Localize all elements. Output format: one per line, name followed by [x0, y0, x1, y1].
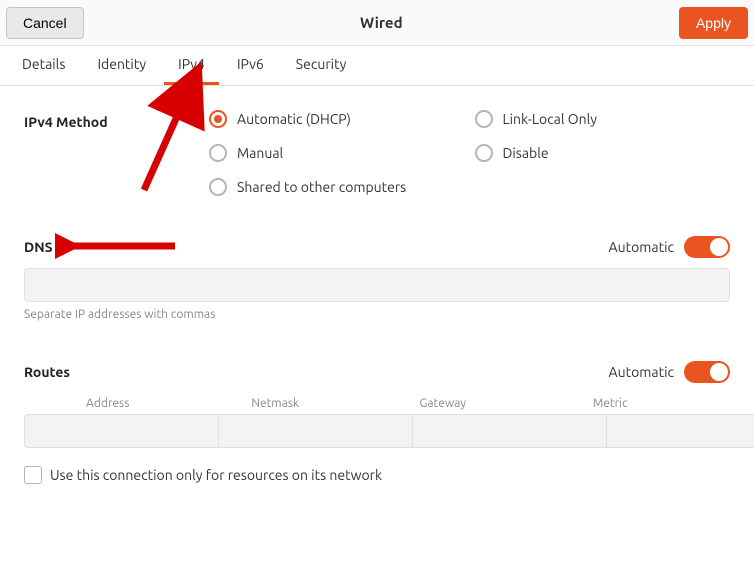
tab-ipv6[interactable]: IPv6 — [223, 46, 278, 85]
radio-label: Link-Local Only — [503, 111, 598, 127]
routes-col-metric: Metric — [527, 397, 695, 410]
tab-identity[interactable]: Identity — [83, 46, 160, 85]
only-for-resources-label: Use this connection only for resources o… — [50, 467, 382, 483]
radio-label: Automatic (DHCP) — [237, 111, 351, 127]
tab-details[interactable]: Details — [8, 46, 79, 85]
titlebar: Cancel Wired Apply — [0, 0, 754, 46]
radio-icon — [475, 110, 493, 128]
dns-input[interactable] — [24, 268, 730, 302]
route-gateway-input[interactable] — [413, 414, 607, 448]
tab-bar: Details Identity IPv4 IPv6 Security — [0, 46, 754, 86]
window-title: Wired — [84, 14, 679, 31]
route-address-input[interactable] — [24, 414, 219, 448]
radio-manual[interactable]: Manual — [209, 144, 465, 162]
dns-hint: Separate IP addresses with commas — [24, 308, 730, 321]
route-metric-input[interactable] — [607, 414, 754, 448]
radio-icon — [209, 178, 227, 196]
routes-col-gateway: Gateway — [359, 397, 527, 410]
routes-section: Routes Automatic Address Netmask Gateway… — [24, 361, 730, 484]
radio-shared[interactable]: Shared to other computers — [209, 178, 465, 196]
dns-automatic-toggle[interactable] — [684, 236, 730, 258]
routes-title: Routes — [24, 364, 70, 380]
radio-label: Manual — [237, 145, 283, 161]
radio-label: Disable — [503, 145, 549, 161]
radio-automatic-dhcp[interactable]: Automatic (DHCP) — [209, 110, 465, 128]
radio-link-local-only[interactable]: Link-Local Only — [475, 110, 731, 128]
routes-automatic-label: Automatic — [609, 364, 674, 380]
radio-icon — [209, 110, 227, 128]
cancel-button[interactable]: Cancel — [6, 7, 84, 39]
route-netmask-input[interactable] — [219, 414, 413, 448]
dns-automatic-label: Automatic — [609, 239, 674, 255]
dns-title: DNS — [24, 239, 53, 255]
tab-ipv4[interactable]: IPv4 — [164, 46, 219, 85]
apply-button[interactable]: Apply — [679, 7, 748, 39]
radio-label: Shared to other computers — [237, 179, 406, 195]
routes-row — [24, 414, 730, 448]
radio-icon — [475, 144, 493, 162]
tab-security[interactable]: Security — [282, 46, 361, 85]
radio-disable[interactable]: Disable — [475, 144, 731, 162]
radio-icon — [209, 144, 227, 162]
routes-automatic-toggle[interactable] — [684, 361, 730, 383]
routes-col-netmask: Netmask — [192, 397, 360, 410]
ipv4-method-label: IPv4 Method — [24, 110, 209, 196]
tab-panel-ipv4: IPv4 Method Automatic (DHCP) Link-Local … — [0, 86, 754, 484]
routes-col-address: Address — [24, 397, 192, 410]
only-for-resources-checkbox[interactable] — [24, 466, 42, 484]
dns-section: DNS Automatic Separate IP addresses with… — [24, 236, 730, 321]
